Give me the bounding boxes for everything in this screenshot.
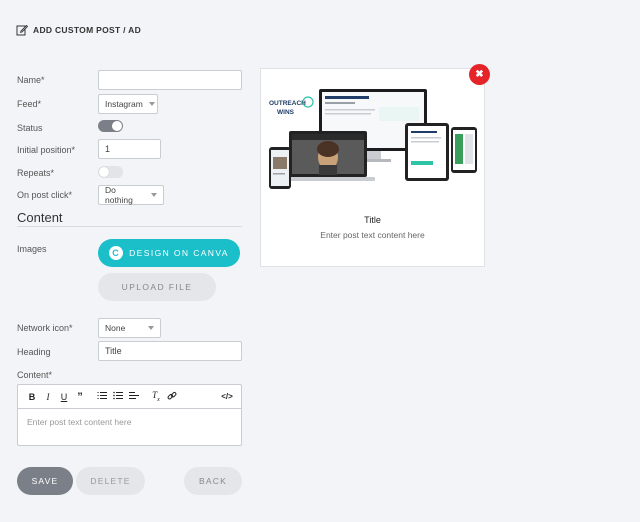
design-on-canva-button[interactable]: C DESIGN ON CANVA	[98, 239, 240, 267]
upload-file-button[interactable]: UPLOAD FILE	[98, 273, 216, 301]
divider	[17, 226, 242, 227]
brand-top-text: OUTREACH	[269, 100, 306, 107]
network-icon-select[interactable]: None	[98, 318, 161, 338]
quote-icon[interactable]: ”	[72, 391, 88, 403]
align-left-icon[interactable]	[126, 391, 142, 402]
ordered-list-icon[interactable]	[94, 391, 110, 402]
content-label: Content*	[17, 370, 53, 380]
chevron-down-icon	[148, 326, 154, 330]
close-icon[interactable]: ✖	[469, 64, 490, 85]
bold-icon[interactable]: B	[24, 392, 40, 402]
heading-input[interactable]: Title	[98, 341, 242, 361]
delete-button[interactable]: DELETE	[76, 467, 145, 495]
preview-text: Enter post text content here	[320, 230, 425, 240]
repeats-label: Repeats*	[17, 168, 55, 178]
initial-position-label: Initial position*	[17, 145, 76, 155]
clear-format-icon[interactable]: Tx	[148, 390, 164, 403]
code-view-icon[interactable]: </>	[219, 392, 235, 401]
content-section-title: Content	[17, 210, 63, 225]
initial-position-input[interactable]: 1	[98, 139, 161, 159]
network-icon-value: None	[105, 323, 126, 333]
on-post-click-value: Do nothing	[105, 185, 133, 205]
page-header: ADD CUSTOM POST / AD	[16, 24, 141, 36]
canva-icon: C	[109, 246, 124, 260]
save-button[interactable]: SAVE	[17, 467, 73, 495]
chevron-down-icon	[148, 102, 155, 106]
italic-icon[interactable]: I	[40, 392, 56, 402]
page-title: ADD CUSTOM POST / AD	[33, 25, 142, 35]
link-icon[interactable]	[164, 391, 180, 403]
feed-label: Feed*	[17, 99, 42, 109]
content-placeholder: Enter post text content here	[27, 417, 132, 427]
design-on-canva-label: DESIGN ON CANVA	[129, 248, 229, 258]
back-button[interactable]: BACK	[184, 467, 242, 495]
network-icon-label: Network icon*	[17, 323, 73, 333]
underline-icon[interactable]: U	[56, 392, 72, 402]
feed-select-value: Instagram	[105, 99, 143, 109]
preview-image: OUTREACH WINS	[267, 87, 479, 209]
repeats-toggle[interactable]	[98, 166, 123, 178]
on-post-click-select[interactable]: Do nothing	[98, 185, 164, 205]
bullet-list-icon[interactable]	[110, 391, 126, 402]
images-label: Images	[17, 244, 47, 254]
name-input[interactable]	[98, 70, 242, 90]
heading-label: Heading	[17, 347, 51, 357]
preview-card: OUTREACH WINS Title Enter post text cont…	[260, 68, 485, 267]
preview-title: Title	[364, 215, 381, 225]
name-label: Name*	[17, 75, 45, 85]
on-post-click-label: On post click*	[17, 190, 73, 200]
brand-bottom-text: WINS	[277, 109, 295, 116]
toggle-knob	[112, 121, 122, 131]
edit-icon	[16, 24, 28, 36]
chevron-down-icon	[151, 193, 157, 197]
status-label: Status	[17, 123, 43, 133]
feed-select[interactable]: Instagram	[98, 94, 158, 114]
editor-toolbar: B I U ” Tx </>	[18, 385, 241, 409]
toggle-knob	[99, 167, 109, 177]
status-toggle[interactable]	[98, 120, 123, 132]
content-editor[interactable]: B I U ” Tx </> Enter post text content h…	[17, 384, 242, 446]
